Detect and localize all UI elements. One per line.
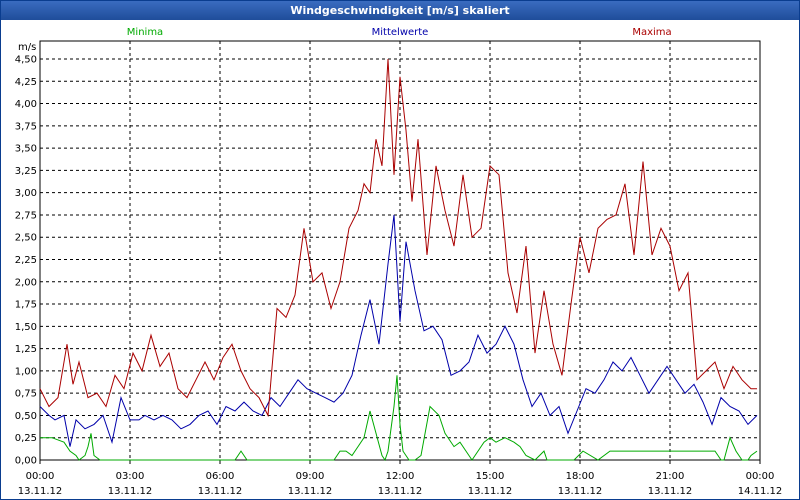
x-tick-time: 18:00 — [566, 471, 595, 482]
x-tick-time: 03:00 — [116, 471, 145, 482]
y-tick-label: 3,75 — [15, 121, 37, 132]
y-axis-ticks: 0,00 0,25 0,50 0,75 1,00 1,25 1,50 1,75 2,00 2,25… — [15, 55, 37, 467]
x-tick-time: 15:00 — [476, 471, 505, 482]
x-tick-date: 13.11.12 — [378, 486, 423, 497]
y-tick-label: 4,25 — [15, 77, 37, 88]
x-tick-time: 06:00 — [206, 471, 235, 482]
series-lines — [39, 58, 758, 462]
x-tick-date: 13.11.12 — [18, 486, 63, 497]
minima-line — [40, 375, 758, 462]
y-tick-label: 3,50 — [15, 144, 37, 155]
y-tick-label: 0,25 — [15, 433, 37, 444]
y-tick-label: 0,75 — [15, 389, 37, 400]
wind-speed-chart: 0,00 0,25 0,50 0,75 1,00 1,25 1,50 1,75 2,00 2,25… — [15, 27, 783, 497]
y-tick-label: 4,50 — [15, 55, 37, 66]
legend-mittelwerte: Mittelwerte — [372, 27, 429, 38]
x-tick-date: 13.11.12 — [288, 486, 333, 497]
x-tick-time: 21:00 — [656, 471, 685, 482]
x-tick-date: 13.11.12 — [108, 486, 153, 497]
y-tick-label: 1,50 — [15, 322, 37, 333]
y-tick-label: 3,00 — [15, 188, 37, 199]
y-tick-label: 2,50 — [15, 233, 37, 244]
y-tick-label: 3,25 — [15, 166, 37, 177]
y-tick-label: 0,50 — [15, 411, 37, 422]
y-tick-label: 1,25 — [15, 344, 37, 355]
x-tick-date: 13.11.12 — [198, 486, 243, 497]
y-tick-label: 0,00 — [15, 456, 37, 467]
y-axis-label: m/s — [18, 42, 36, 53]
y-tick-label: 4,00 — [15, 99, 37, 110]
legend-minima: Minima — [127, 27, 163, 38]
mittelwerte-line — [39, 214, 758, 447]
x-tick-time: 09:00 — [296, 471, 325, 482]
y-tick-label: 2,00 — [15, 277, 37, 288]
x-axis-ticks: 00:00 13.11.12 03:00 13.11.12 06:00 13.11.12 0… — [18, 460, 783, 497]
y-tick-label: 2,75 — [15, 210, 37, 221]
x-tick-date: 13.11.12 — [558, 486, 603, 497]
y-tick-label: 1,75 — [15, 300, 37, 311]
x-tick-time: 00:00 — [746, 471, 775, 482]
x-tick-date: 13.11.12 — [468, 486, 513, 497]
maxima-line — [39, 58, 757, 418]
x-tick-date: 13.11.12 — [648, 486, 693, 497]
x-tick-date: 14.11.12 — [738, 486, 783, 497]
legend-maxima: Maxima — [632, 27, 671, 38]
x-tick-time: 00:00 — [26, 471, 55, 482]
x-tick-time: 12:00 — [386, 471, 415, 482]
y-tick-label: 2,25 — [15, 255, 37, 266]
y-tick-label: 1,00 — [15, 366, 37, 377]
